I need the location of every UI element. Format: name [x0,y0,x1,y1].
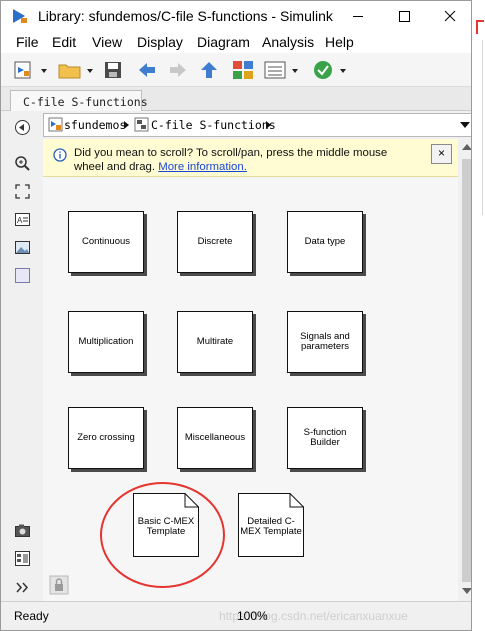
check-icon[interactable] [312,59,352,81]
scroll-thumb[interactable] [462,159,471,582]
breadcrumb-item-c-file-s-functions[interactable]: C-file S-functions [151,118,276,132]
template-label: Detailed C-MEX Template [240,516,302,537]
simulink-window: Library: sfundemos/C-file S-functions - … [0,0,472,631]
menu-view[interactable]: View [92,34,122,50]
lock-icon[interactable] [49,575,69,595]
close-button[interactable] [427,1,471,32]
breadcrumb-dropdown-icon[interactable] [460,122,470,128]
breadcrumb: sfundemos C-file S-functions [43,113,471,137]
model-browser-icon[interactable] [14,550,31,567]
tab-strip: C-file S-functions [1,87,471,111]
expand-icon[interactable] [14,579,31,596]
image-icon[interactable] [14,239,31,256]
scroll-down-icon[interactable] [462,588,471,594]
simulink-app-icon [13,9,27,23]
annotation-icon[interactable]: A [14,211,31,228]
breadcrumb-item-sfundemos[interactable]: sfundemos [64,118,126,132]
background-red-mark [476,20,484,34]
fit-view-icon[interactable] [14,183,31,200]
block-data-type[interactable]: Data type [287,211,363,273]
title-bar: Library: sfundemos/C-file S-functions - … [1,1,471,32]
menu-diagram[interactable]: Diagram [197,34,250,50]
open-folder-icon[interactable] [56,59,96,81]
library-model-icon [48,117,63,132]
model-explorer-icon[interactable] [263,59,303,81]
zoom-level: 100% [237,609,268,623]
scroll-up-icon[interactable] [462,144,471,150]
window-title: Library: sfundemos/C-file S-functions - … [38,8,333,24]
back-arrow-icon[interactable] [136,59,158,81]
toolbar [1,53,471,87]
block-detailed-c-mex-template[interactable]: Detailed C-MEX Template [238,493,304,557]
block-signals-and-parameters[interactable]: Signals and parameters [287,311,363,373]
menu-edit[interactable]: Edit [52,34,76,50]
more-information-link[interactable]: More information. [158,161,247,173]
block-s-function-builder[interactable]: S-function Builder [287,407,363,469]
vertical-scrollbar[interactable] [458,139,471,601]
forward-arrow-icon[interactable] [167,59,189,81]
svg-text:A: A [17,216,23,225]
menu-help[interactable]: Help [325,34,354,50]
menu-analysis[interactable]: Analysis [262,34,314,50]
new-model-icon[interactable] [13,59,49,81]
minimize-button[interactable] [335,1,381,32]
scroll-notice-text: Did you mean to scroll? To scroll/pan, p… [74,146,419,174]
breadcrumb-separator-icon [266,121,271,129]
block-discrete[interactable]: Discrete [177,211,253,273]
maximize-button[interactable] [381,1,427,32]
close-icon [444,10,456,22]
up-arrow-icon[interactable] [198,59,220,81]
minimize-icon [353,16,363,17]
left-palette: A [1,111,39,601]
camera-icon[interactable] [14,522,31,539]
block-multiplication[interactable]: Multiplication [68,311,144,373]
breadcrumb-separator-icon [124,121,129,129]
block-multirate[interactable]: Multirate [177,311,253,373]
highlight-circle [100,482,225,588]
background-divider [482,40,483,215]
hide-browser-icon[interactable] [14,119,31,136]
maximize-icon [399,11,410,22]
area-icon[interactable] [14,267,31,284]
block-miscellaneous[interactable]: Miscellaneous [177,407,253,469]
scroll-notice-banner: Did you mean to scroll? To scroll/pan, p… [43,139,458,177]
tab-c-file-s-functions[interactable]: C-file S-functions [10,90,148,111]
model-canvas[interactable]: Did you mean to scroll? To scroll/pan, p… [43,139,458,601]
save-icon[interactable] [102,59,124,81]
status-bar: Ready https://blog.csdn.net/ericanxuanxu… [1,601,471,630]
menu-display[interactable]: Display [137,34,183,50]
menu-bar: File Edit View Display Diagram Analysis … [1,32,471,53]
notice-close-button[interactable]: × [431,144,452,164]
zoom-icon[interactable] [14,155,31,172]
subsystem-icon [134,117,149,132]
menu-file[interactable]: File [16,34,39,50]
status-ready: Ready [14,609,49,623]
block-zero-crossing[interactable]: Zero crossing [68,407,144,469]
block-continuous[interactable]: Continuous [68,211,144,273]
library-browser-icon[interactable] [231,59,255,81]
info-icon [53,148,67,162]
